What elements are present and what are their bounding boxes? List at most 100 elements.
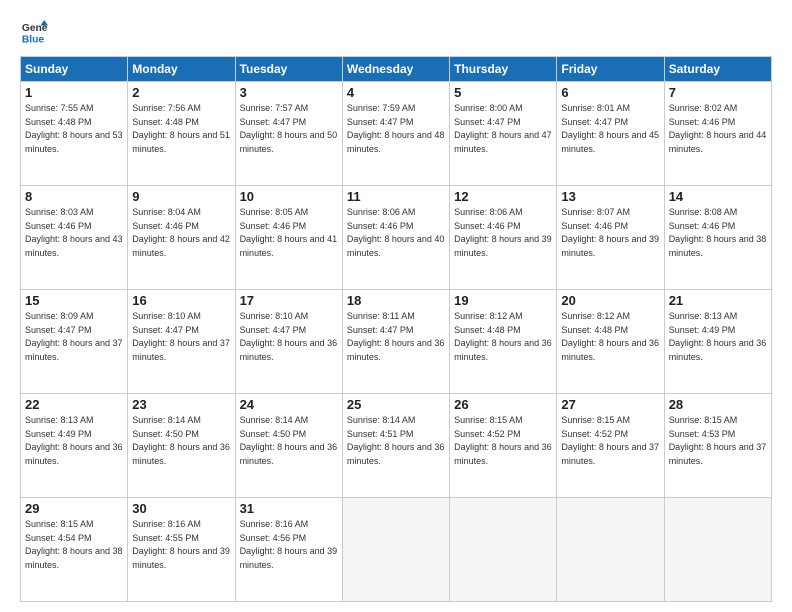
calendar-header-tuesday: Tuesday — [235, 57, 342, 82]
calendar-cell: 13 Sunrise: 8:07 AMSunset: 4:46 PMDayligh… — [557, 186, 664, 290]
day-number: 23 — [132, 397, 230, 412]
day-info: Sunrise: 8:06 AMSunset: 4:46 PMDaylight:… — [454, 206, 552, 260]
day-number: 6 — [561, 85, 659, 100]
calendar-cell: 28 Sunrise: 8:15 AMSunset: 4:53 PMDayligh… — [664, 394, 771, 498]
day-info: Sunrise: 8:06 AMSunset: 4:46 PMDaylight:… — [347, 206, 445, 260]
day-number: 1 — [25, 85, 123, 100]
calendar-cell: 15 Sunrise: 8:09 AMSunset: 4:47 PMDayligh… — [21, 290, 128, 394]
day-number: 21 — [669, 293, 767, 308]
calendar-cell: 16 Sunrise: 8:10 AMSunset: 4:47 PMDayligh… — [128, 290, 235, 394]
day-info: Sunrise: 8:13 AMSunset: 4:49 PMDaylight:… — [669, 310, 767, 364]
calendar-week-4: 22Sunrise: 8:13 AMSunset: 4:49 PMDayligh… — [21, 394, 772, 498]
day-info: Sunrise: 8:12 AMSunset: 4:48 PMDaylight:… — [454, 310, 552, 364]
calendar-cell: 4 Sunrise: 7:59 AMSunset: 4:47 PMDaylight… — [342, 82, 449, 186]
day-number: 29 — [25, 501, 123, 516]
day-number: 18 — [347, 293, 445, 308]
day-info: Sunrise: 8:14 AMSunset: 4:50 PMDaylight:… — [132, 414, 230, 468]
calendar-cell: 27Sunrise: 8:15 AMSunset: 4:52 PMDayligh… — [557, 394, 664, 498]
calendar-header-sunday: Sunday — [21, 57, 128, 82]
day-info: Sunrise: 7:55 AMSunset: 4:48 PMDaylight:… — [25, 102, 123, 156]
day-number: 8 — [25, 189, 123, 204]
day-info: Sunrise: 8:00 AMSunset: 4:47 PMDaylight:… — [454, 102, 552, 156]
calendar-cell: 19 Sunrise: 8:12 AMSunset: 4:48 PMDayligh… — [450, 290, 557, 394]
calendar-header-saturday: Saturday — [664, 57, 771, 82]
calendar-cell: 22Sunrise: 8:13 AMSunset: 4:49 PMDayligh… — [21, 394, 128, 498]
calendar-cell: 7 Sunrise: 8:02 AMSunset: 4:46 PMDaylight… — [664, 82, 771, 186]
header: General Blue — [20, 18, 772, 46]
day-number: 4 — [347, 85, 445, 100]
calendar-cell: 25 Sunrise: 8:14 AMSunset: 4:51 PMDayligh… — [342, 394, 449, 498]
day-number: 19 — [454, 293, 552, 308]
day-info: Sunrise: 8:10 AMSunset: 4:47 PMDaylight:… — [132, 310, 230, 364]
day-info: Sunrise: 8:15 AMSunset: 4:54 PMDaylight:… — [25, 518, 123, 572]
day-number: 3 — [240, 85, 338, 100]
day-info: Sunrise: 7:56 AMSunset: 4:48 PMDaylight:… — [132, 102, 230, 156]
day-number: 22 — [25, 397, 123, 412]
day-info: Sunrise: 8:11 AMSunset: 4:47 PMDaylight:… — [347, 310, 445, 364]
day-info: Sunrise: 8:16 AMSunset: 4:56 PMDaylight:… — [240, 518, 338, 572]
day-number: 24 — [240, 397, 338, 412]
day-number: 10 — [240, 189, 338, 204]
calendar-cell: 30Sunrise: 8:16 AMSunset: 4:55 PMDayligh… — [128, 498, 235, 602]
day-info: Sunrise: 8:15 AMSunset: 4:53 PMDaylight:… — [669, 414, 767, 468]
calendar-cell: 17Sunrise: 8:10 AMSunset: 4:47 PMDayligh… — [235, 290, 342, 394]
day-number: 13 — [561, 189, 659, 204]
day-info: Sunrise: 7:57 AMSunset: 4:47 PMDaylight:… — [240, 102, 338, 156]
calendar-cell: 5Sunrise: 8:00 AMSunset: 4:47 PMDaylight… — [450, 82, 557, 186]
day-number: 28 — [669, 397, 767, 412]
calendar-cell — [450, 498, 557, 602]
calendar-cell: 10 Sunrise: 8:05 AMSunset: 4:46 PMDayligh… — [235, 186, 342, 290]
day-info: Sunrise: 8:14 AMSunset: 4:50 PMDaylight:… — [240, 414, 338, 468]
day-info: Sunrise: 8:09 AMSunset: 4:47 PMDaylight:… — [25, 310, 123, 364]
day-info: Sunrise: 8:14 AMSunset: 4:51 PMDaylight:… — [347, 414, 445, 468]
calendar-cell: 2 Sunrise: 7:56 AMSunset: 4:48 PMDaylight… — [128, 82, 235, 186]
calendar-cell — [342, 498, 449, 602]
day-info: Sunrise: 8:05 AMSunset: 4:46 PMDaylight:… — [240, 206, 338, 260]
calendar-cell: 8 Sunrise: 8:03 AMSunset: 4:46 PMDaylight… — [21, 186, 128, 290]
day-number: 16 — [132, 293, 230, 308]
calendar-week-5: 29 Sunrise: 8:15 AMSunset: 4:54 PMDayligh… — [21, 498, 772, 602]
calendar-cell: 29 Sunrise: 8:15 AMSunset: 4:54 PMDayligh… — [21, 498, 128, 602]
calendar-header-monday: Monday — [128, 57, 235, 82]
calendar-header-row: SundayMondayTuesdayWednesdayThursdayFrid… — [21, 57, 772, 82]
logo: General Blue — [20, 18, 48, 46]
calendar-cell: 20Sunrise: 8:12 AMSunset: 4:48 PMDayligh… — [557, 290, 664, 394]
day-info: Sunrise: 8:01 AMSunset: 4:47 PMDaylight:… — [561, 102, 659, 156]
calendar-cell: 24 Sunrise: 8:14 AMSunset: 4:50 PMDayligh… — [235, 394, 342, 498]
page: General Blue SundayMondayTuesdayWednesda… — [0, 0, 792, 612]
calendar-header-thursday: Thursday — [450, 57, 557, 82]
calendar-week-1: 1 Sunrise: 7:55 AMSunset: 4:48 PMDaylight… — [21, 82, 772, 186]
calendar-cell: 6 Sunrise: 8:01 AMSunset: 4:47 PMDaylight… — [557, 82, 664, 186]
day-number: 30 — [132, 501, 230, 516]
day-number: 14 — [669, 189, 767, 204]
calendar-cell: 31Sunrise: 8:16 AMSunset: 4:56 PMDayligh… — [235, 498, 342, 602]
day-number: 26 — [454, 397, 552, 412]
day-number: 11 — [347, 189, 445, 204]
calendar-cell — [557, 498, 664, 602]
day-info: Sunrise: 8:07 AMSunset: 4:46 PMDaylight:… — [561, 206, 659, 260]
day-number: 25 — [347, 397, 445, 412]
logo-icon: General Blue — [20, 18, 48, 46]
day-info: Sunrise: 8:15 AMSunset: 4:52 PMDaylight:… — [561, 414, 659, 468]
calendar-cell: 18 Sunrise: 8:11 AMSunset: 4:47 PMDayligh… — [342, 290, 449, 394]
day-info: Sunrise: 7:59 AMSunset: 4:47 PMDaylight:… — [347, 102, 445, 156]
day-number: 17 — [240, 293, 338, 308]
day-info: Sunrise: 8:03 AMSunset: 4:46 PMDaylight:… — [25, 206, 123, 260]
day-info: Sunrise: 8:04 AMSunset: 4:46 PMDaylight:… — [132, 206, 230, 260]
day-number: 7 — [669, 85, 767, 100]
day-info: Sunrise: 8:02 AMSunset: 4:46 PMDaylight:… — [669, 102, 767, 156]
calendar-cell: 23 Sunrise: 8:14 AMSunset: 4:50 PMDayligh… — [128, 394, 235, 498]
day-number: 12 — [454, 189, 552, 204]
calendar-cell: 9 Sunrise: 8:04 AMSunset: 4:46 PMDaylight… — [128, 186, 235, 290]
calendar-cell: 14 Sunrise: 8:08 AMSunset: 4:46 PMDayligh… — [664, 186, 771, 290]
calendar-cell — [664, 498, 771, 602]
calendar-cell: 12 Sunrise: 8:06 AMSunset: 4:46 PMDayligh… — [450, 186, 557, 290]
day-number: 15 — [25, 293, 123, 308]
day-number: 9 — [132, 189, 230, 204]
calendar-cell: 21 Sunrise: 8:13 AMSunset: 4:49 PMDayligh… — [664, 290, 771, 394]
svg-text:Blue: Blue — [22, 34, 45, 45]
calendar-cell: 26Sunrise: 8:15 AMSunset: 4:52 PMDayligh… — [450, 394, 557, 498]
day-info: Sunrise: 8:08 AMSunset: 4:46 PMDaylight:… — [669, 206, 767, 260]
calendar-week-2: 8 Sunrise: 8:03 AMSunset: 4:46 PMDaylight… — [21, 186, 772, 290]
day-number: 2 — [132, 85, 230, 100]
